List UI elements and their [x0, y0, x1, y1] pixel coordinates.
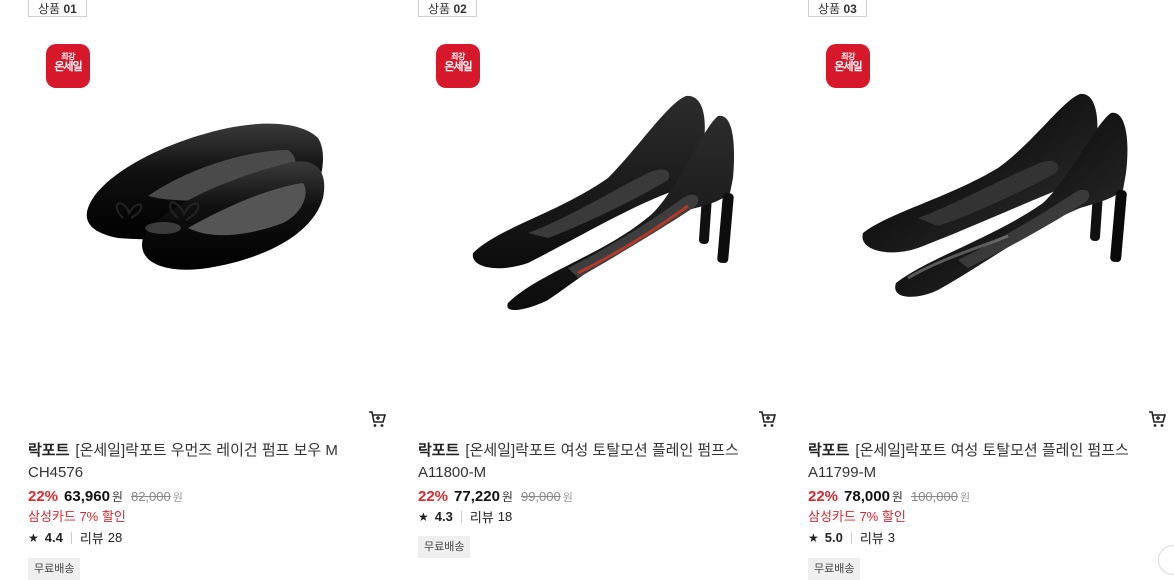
original-price: 100,000: [910, 489, 958, 504]
currency-unit: 원: [501, 490, 513, 504]
rating-score: 4.3: [434, 509, 453, 524]
ballet-flat-shoe-icon: [86, 123, 325, 270]
brand-name: 락포트: [418, 442, 460, 459]
product-name: [온세일]락포트 여성 토탈모션 플레인 펌프스 A11799-M: [808, 442, 1129, 481]
divider: [70, 531, 72, 544]
pump-heel-shoe-icon: [472, 95, 735, 311]
product-card-3[interactable]: 상품 03 최강 온세일 락포트[온세일]락포트 여성 토탈모션 플레인 펌프: [808, 0, 1170, 580]
add-to-cart-icon[interactable]: [758, 410, 776, 428]
product-number-badge: 상품 01: [28, 0, 87, 17]
sale-price: 78,000: [844, 488, 890, 505]
price-row: 22% 78,000 원 100,000 원: [808, 487, 970, 508]
review-count: 18: [497, 509, 513, 524]
card-promo-text: 삼성카드 7% 할인: [808, 509, 906, 524]
review-count: 3: [887, 530, 895, 545]
rating-row: ★ 4.4 리뷰 28: [28, 528, 122, 547]
free-shipping-badge: 무료배송: [418, 536, 471, 558]
sale-price: 77,220: [454, 488, 500, 505]
price-row: 22% 77,220 원 99,000 원: [418, 487, 573, 508]
add-to-cart-icon[interactable]: [1148, 410, 1166, 428]
rating-score: 5.0: [824, 530, 843, 545]
product-name: [온세일]락포트 우먼즈 레이건 펌프 보우 M CH4576: [28, 442, 338, 481]
review-label: 리뷰: [79, 531, 104, 546]
divider: [850, 531, 852, 544]
card-promo-text: 삼성카드 7% 할인: [28, 509, 126, 524]
star-icon: ★: [28, 530, 39, 545]
discount-rate: 22%: [418, 488, 449, 505]
review-label: 리뷰: [859, 531, 884, 546]
brand-name: 락포트: [808, 442, 850, 459]
price-row: 22% 63,960 원 82,000 원: [28, 487, 183, 508]
product-image[interactable]: 최강 온세일: [418, 28, 780, 388]
product-title[interactable]: 락포트 [온세일]락포트 여성 토탈모션 플레인 펌프스 A11800-M: [418, 440, 758, 484]
product-title[interactable]: 락포트 [온세일]락포트 우먼즈 레이건 펌프 보우 M CH4576: [28, 440, 368, 484]
brand-name: 락포트: [28, 442, 70, 459]
rating-score: 4.4: [44, 530, 63, 545]
product-card-1[interactable]: 상품 01 최강 온세일 락포트 [온세일]락포트 우먼즈 레이건 펌프 보우 …: [28, 0, 390, 580]
currency-unit: 원: [891, 490, 903, 504]
rating-row: ★ 4.3 리뷰 18: [418, 507, 512, 526]
original-currency-unit: 원: [959, 492, 971, 504]
currency-unit: 원: [111, 490, 123, 504]
original-currency-unit: 원: [172, 492, 183, 504]
review-label: 리뷰: [469, 510, 494, 525]
product-image[interactable]: 최강 온세일: [808, 28, 1170, 388]
free-shipping-badge: 무료배송: [28, 558, 81, 580]
original-price: 82,000: [130, 489, 171, 504]
product-card-2[interactable]: 상품 02 최강 온세일 락포트 [온세일]락포트 여성 토탈모션 플레인 펌프…: [418, 0, 780, 579]
review-count: 28: [107, 530, 123, 545]
original-price: 99,000: [520, 489, 561, 504]
discount-rate: 22%: [28, 488, 59, 505]
add-to-cart-icon[interactable]: [368, 410, 386, 428]
patent-pump-heel-shoe-icon: [862, 93, 1128, 297]
divider: [460, 510, 462, 523]
product-title[interactable]: 락포트 [온세일]락포트 여성 토탈모션 플레인 펌프스 A11799-M: [808, 440, 1148, 484]
product-number-badge: 상품 03: [808, 0, 867, 17]
sale-price: 63,960: [64, 488, 110, 505]
free-shipping-badge: 무료배송: [808, 558, 861, 580]
original-currency-unit: 원: [562, 492, 573, 504]
product-number-badge: 상품 02: [418, 0, 477, 17]
star-icon: ★: [418, 509, 429, 524]
product-name: [온세일]락포트 여성 토탈모션 플레인 펌프스 A11800-M: [418, 442, 739, 481]
rating-row: ★ 5.0 리뷰 3: [808, 528, 895, 547]
product-image[interactable]: 최강 온세일: [28, 28, 390, 388]
discount-rate: 22%: [808, 488, 839, 505]
star-icon: ★: [808, 530, 819, 545]
